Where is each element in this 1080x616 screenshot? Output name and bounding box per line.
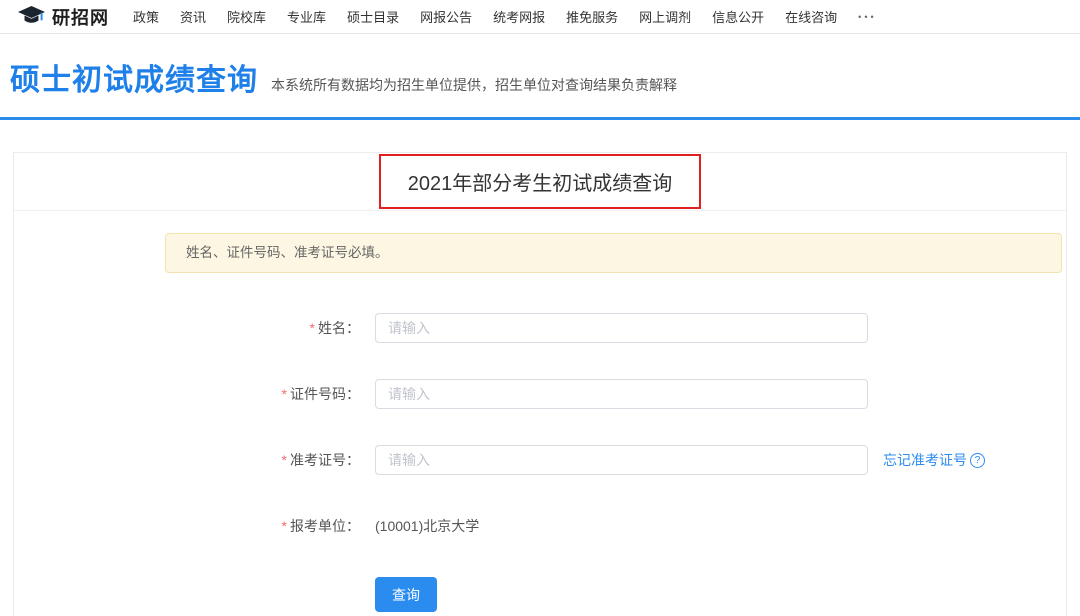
nav-item-master-catalog[interactable]: 硕士目录	[347, 7, 399, 26]
admission-ticket-label: *准考证号：	[14, 450, 375, 470]
required-asterisk: *	[310, 320, 315, 336]
form-row-name: *姓名：	[14, 313, 1066, 343]
logo-text: 研招网	[52, 4, 109, 30]
panel-header: 2021年部分考生初试成绩查询	[14, 153, 1066, 211]
page-subtitle: 本系统所有数据均为招生单位提供，招生单位对查询结果负责解释	[271, 77, 677, 93]
required-asterisk: *	[282, 452, 287, 468]
nav-item-college-library[interactable]: 院校库	[227, 7, 266, 26]
query-button[interactable]: 查询	[375, 577, 437, 612]
target-institution-value: (10001)北京大学	[375, 516, 479, 536]
page-header: 硕士初试成绩查询本系统所有数据均为招生单位提供，招生单位对查询结果负责解释	[0, 34, 1080, 98]
nav-item-report-announcements[interactable]: 网报公告	[420, 7, 472, 26]
nav-item-info-disclosure[interactable]: 信息公开	[712, 7, 764, 26]
required-asterisk: *	[282, 518, 287, 534]
nav-item-online-consult[interactable]: 在线咨询	[785, 7, 837, 26]
red-annotation-box: 2021年部分考生初试成绩查询	[379, 154, 702, 209]
blue-divider	[0, 117, 1080, 120]
form-row-submit: 查询	[14, 577, 1066, 612]
nav-item-online-adjustment[interactable]: 网上调剂	[639, 7, 691, 26]
site-logo[interactable]: 研招网	[18, 4, 109, 30]
graduation-cap-icon	[18, 6, 45, 27]
id-number-label: *证件号码：	[14, 384, 375, 404]
page-title: 硕士初试成绩查询	[10, 55, 258, 99]
panel-title: 2021年部分考生初试成绩查询	[408, 167, 673, 196]
score-query-panel: 2021年部分考生初试成绩查询 姓名、证件号码、准考证号必填。 *姓名： *证件…	[13, 152, 1067, 616]
id-number-input[interactable]	[375, 379, 868, 409]
forgot-ticket-link[interactable]: 忘记准考证号?	[883, 450, 985, 470]
panel-body: 姓名、证件号码、准考证号必填。 *姓名： *证件号码： *准考证号： 忘记准考证…	[14, 233, 1066, 612]
nav-item-exemption-service[interactable]: 推免服务	[566, 7, 618, 26]
top-nav: 研招网 政策 资讯 院校库 专业库 硕士目录 网报公告 统考网报 推免服务 网上…	[0, 0, 1080, 34]
query-form: *姓名： *证件号码： *准考证号： 忘记准考证号? *报考单位： (10001…	[14, 313, 1066, 612]
target-institution-label: *报考单位：	[14, 516, 375, 536]
nav-item-unified-exam-registration[interactable]: 统考网报	[493, 7, 545, 26]
question-circle-icon: ?	[970, 453, 985, 468]
form-row-admission-ticket: *准考证号： 忘记准考证号?	[14, 445, 1066, 475]
main-menu: 政策 资讯 院校库 专业库 硕士目录 网报公告 统考网报 推免服务 网上调剂 信…	[133, 7, 877, 26]
nav-item-major-library[interactable]: 专业库	[287, 7, 326, 26]
nav-more-ellipsis-icon[interactable]: •••	[858, 12, 876, 22]
form-row-target-institution: *报考单位： (10001)北京大学	[14, 511, 1066, 541]
nav-item-policy[interactable]: 政策	[133, 7, 159, 26]
name-input[interactable]	[375, 313, 868, 343]
admission-ticket-input[interactable]	[375, 445, 868, 475]
required-asterisk: *	[282, 386, 287, 402]
name-label: *姓名：	[14, 318, 375, 338]
required-fields-notice: 姓名、证件号码、准考证号必填。	[165, 233, 1062, 273]
form-row-id-number: *证件号码：	[14, 379, 1066, 409]
nav-item-news[interactable]: 资讯	[180, 7, 206, 26]
